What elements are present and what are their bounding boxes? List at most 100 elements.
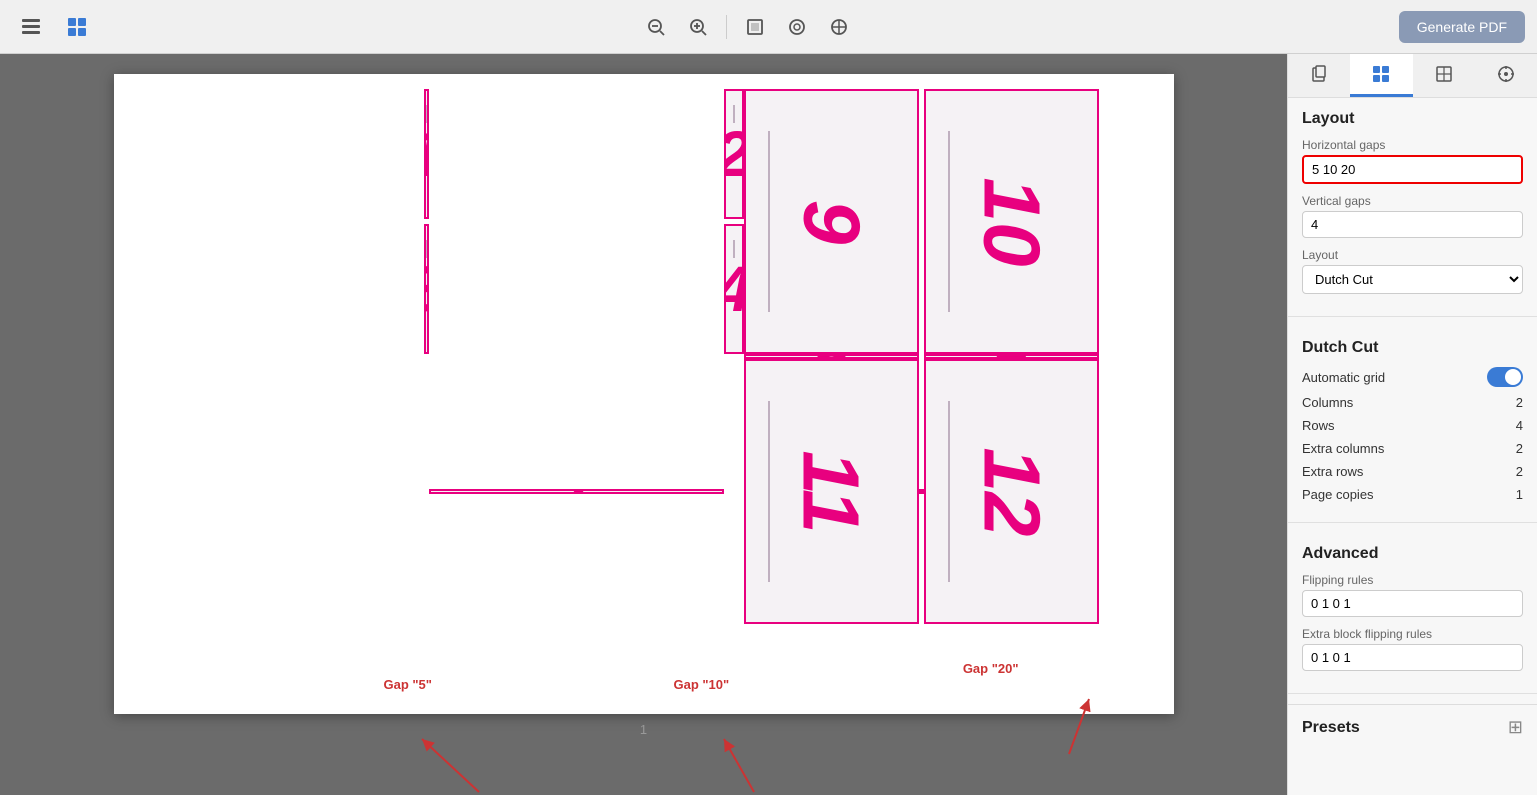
divider-3 (1288, 693, 1537, 694)
flipping-rules-input[interactable] (1302, 590, 1523, 617)
cell-1: 1 (424, 89, 429, 219)
flipping-rules-field: Flipping rules (1302, 573, 1523, 617)
cell-number-2: 2 (724, 122, 744, 186)
extra-columns-value: 2 (1516, 441, 1523, 456)
page-number: 1 (640, 722, 647, 737)
presets-section: Presets ⊞ (1288, 704, 1537, 750)
generate-pdf-button[interactable]: Generate PDF (1399, 11, 1525, 43)
right-panel: Layout Horizontal gaps Vertical gaps Lay… (1287, 54, 1537, 795)
columns-value: 2 (1516, 395, 1523, 410)
cell-11: 11 (744, 359, 919, 624)
cell-9: 9 (744, 89, 919, 354)
page-copies-value: 1 (1516, 487, 1523, 502)
toolbar: Generate PDF (0, 0, 1537, 54)
layout-title: Layout (1302, 110, 1523, 128)
vertical-gaps-input[interactable] (1302, 211, 1523, 238)
dutch-cut-section: Dutch Cut Automatic grid Columns 2 Rows … (1288, 327, 1537, 518)
cell-8: 8 (919, 489, 924, 494)
zoom-in-btn[interactable] (680, 11, 716, 43)
extra-rows-label: Extra rows (1302, 464, 1363, 479)
panel-crosshair-btn[interactable] (1475, 54, 1537, 97)
extra-block-label: Extra block flipping rules (1302, 627, 1523, 641)
extra-columns-row: Extra columns 2 (1302, 441, 1523, 456)
zoom-out-btn[interactable] (638, 11, 674, 43)
cell-number-11: 11 (791, 450, 871, 533)
actual-size-btn[interactable] (821, 11, 857, 43)
cell-7: 7 (429, 489, 724, 494)
imposition-grid: 1 2 9 10 (129, 89, 1159, 624)
cell-tick-3 (425, 240, 427, 258)
cell-number-7: 7 (558, 489, 594, 494)
columns-row: Columns 2 (1302, 395, 1523, 410)
extra-rows-value: 2 (1516, 464, 1523, 479)
horizontal-gaps-input[interactable] (1302, 155, 1523, 184)
presets-title: Presets (1302, 719, 1360, 737)
toolbar-right: Generate PDF (1399, 11, 1525, 43)
cell-tick-4 (733, 240, 735, 258)
cell-12: 12 (924, 359, 1099, 624)
vertical-gaps-label: Vertical gaps (1302, 194, 1523, 208)
extra-rows-row: Extra rows 2 (1302, 464, 1523, 479)
toolbar-divider (726, 15, 727, 39)
fit-page-btn[interactable] (737, 11, 773, 43)
flipping-rules-label: Flipping rules (1302, 573, 1523, 587)
main-area: 1 2 9 10 (0, 54, 1537, 795)
panel-icon-bar (1288, 54, 1537, 98)
gap5-label: Gap "5" (384, 677, 432, 692)
columns-label: Columns (1302, 395, 1353, 410)
cell-number-4: 4 (724, 257, 744, 321)
automatic-grid-row: Automatic grid (1302, 367, 1523, 387)
extra-columns-label: Extra columns (1302, 441, 1384, 456)
layout-view-btn[interactable] (12, 10, 50, 44)
gap10-label: Gap "10" (674, 677, 730, 692)
automatic-grid-toggle[interactable] (1487, 367, 1523, 387)
tall-line-10 (948, 131, 950, 312)
grid-view-btn[interactable] (58, 10, 96, 44)
cell-10: 10 (924, 89, 1099, 354)
layout-select[interactable]: Dutch Cut Standard Step and Repeat (1302, 265, 1523, 294)
layout-select-label: Layout (1302, 248, 1523, 262)
cell-number-12: 12 (971, 447, 1051, 536)
advanced-section: Advanced Flipping rules Extra block flip… (1288, 533, 1537, 689)
toolbar-center (104, 11, 1391, 43)
layout-section: Layout Horizontal gaps Vertical gaps Lay… (1288, 98, 1537, 312)
panel-marks-btn[interactable] (1413, 54, 1475, 97)
page-canvas: 1 2 9 10 (114, 74, 1174, 714)
tall-line-11 (768, 401, 770, 582)
gap20-label: Gap "20" (963, 661, 1019, 676)
fit-width-btn[interactable] (779, 11, 815, 43)
vertical-gaps-field: Vertical gaps (1302, 194, 1523, 238)
cell-number-1: 1 (424, 122, 429, 186)
extra-block-input[interactable] (1302, 644, 1523, 671)
presets-header: Presets ⊞ (1302, 717, 1523, 738)
cell-tick-2 (733, 105, 735, 123)
canvas-area: 1 2 9 10 (0, 54, 1287, 795)
page-copies-label: Page copies (1302, 487, 1374, 502)
toggle-knob (1505, 369, 1521, 385)
cell-2: 2 (724, 89, 744, 219)
toolbar-left (12, 10, 96, 44)
panel-layout-btn[interactable] (1350, 54, 1412, 97)
extra-block-field: Extra block flipping rules (1302, 627, 1523, 671)
automatic-grid-label: Automatic grid (1302, 370, 1385, 385)
cell-tick-1 (425, 105, 427, 123)
cell-4: 4 (724, 224, 744, 354)
cell-number-8: 8 (919, 489, 924, 494)
layout-field: Layout Dutch Cut Standard Step and Repea… (1302, 248, 1523, 294)
advanced-title: Advanced (1302, 545, 1523, 563)
presets-grid-icon[interactable]: ⊞ (1508, 717, 1523, 738)
dutch-cut-title: Dutch Cut (1302, 339, 1523, 357)
panel-copy-btn[interactable] (1288, 54, 1350, 97)
rows-label: Rows (1302, 418, 1335, 433)
cell-number-9: 9 (791, 199, 871, 244)
rows-row: Rows 4 (1302, 418, 1523, 433)
horizontal-gaps-label: Horizontal gaps (1302, 138, 1523, 152)
horizontal-gaps-field: Horizontal gaps (1302, 138, 1523, 184)
divider-2 (1288, 522, 1537, 523)
cell-number-3: 3 (424, 257, 429, 321)
rows-value: 4 (1516, 418, 1523, 433)
cell-3: 3 (424, 224, 429, 354)
divider-1 (1288, 316, 1537, 317)
tall-line-9 (768, 131, 770, 312)
tall-line-12 (948, 401, 950, 582)
